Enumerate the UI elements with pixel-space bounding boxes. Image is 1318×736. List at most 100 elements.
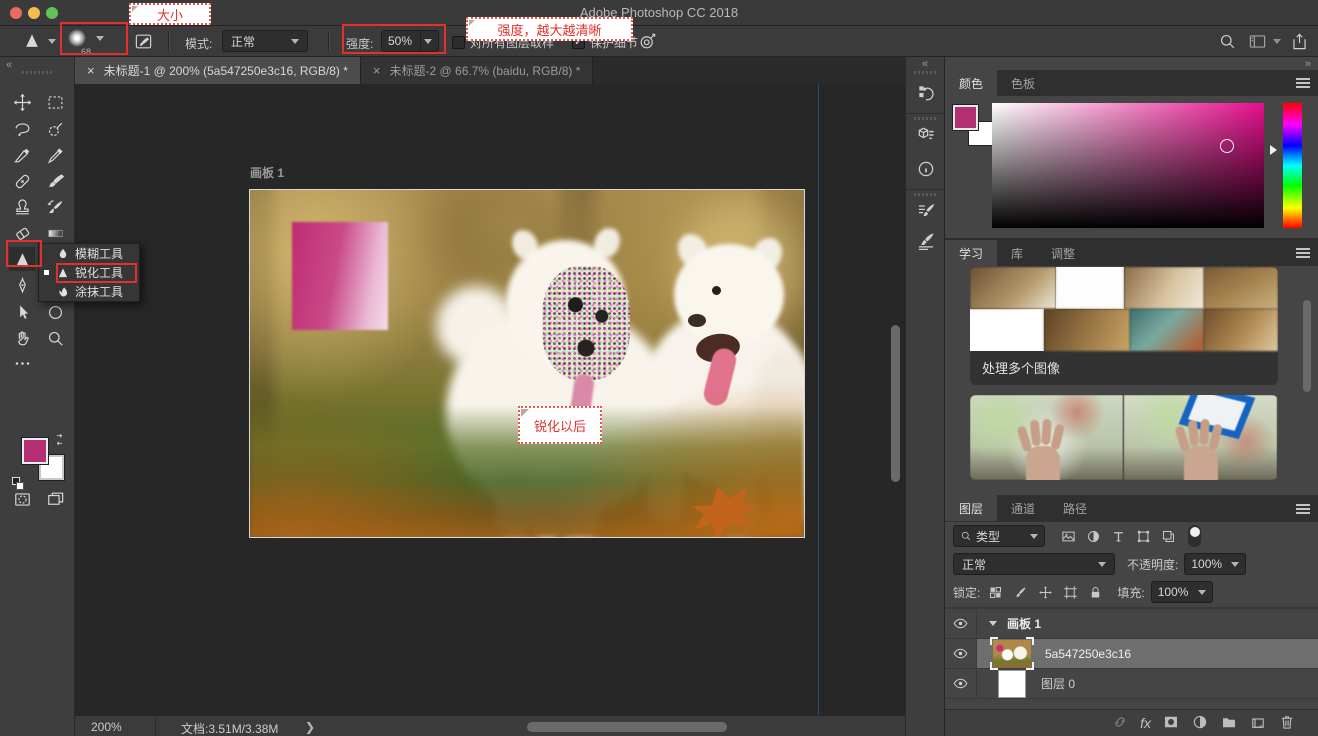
properties-panel-button[interactable] bbox=[914, 123, 938, 147]
canvas-image[interactable] bbox=[250, 190, 804, 537]
share-button[interactable] bbox=[1290, 32, 1309, 51]
quick-selection-tool[interactable] bbox=[42, 117, 68, 141]
panel-menu-icon[interactable] bbox=[1296, 82, 1310, 84]
tab-layers[interactable]: 图层 bbox=[945, 495, 997, 521]
panel-menu-icon[interactable] bbox=[1296, 508, 1310, 510]
link-layers-button[interactable] bbox=[1111, 713, 1129, 734]
lock-artboard-button[interactable] bbox=[1063, 585, 1078, 600]
blend-mode-dropdown[interactable]: 正常 bbox=[953, 553, 1115, 575]
menu-item-sharpen-tool[interactable]: 锐化工具 bbox=[39, 263, 139, 282]
saturation-brightness-field[interactable] bbox=[992, 103, 1264, 228]
eyedropper-tool[interactable] bbox=[42, 143, 68, 167]
brush-tool[interactable] bbox=[42, 169, 68, 193]
zoom-level[interactable]: 200% bbox=[91, 720, 122, 734]
layer-thumbnail[interactable] bbox=[999, 671, 1025, 697]
mode-dropdown[interactable]: 正常 bbox=[222, 30, 308, 52]
hand-tool[interactable] bbox=[9, 326, 35, 350]
tab-adjustments[interactable]: 调整 bbox=[1037, 240, 1089, 266]
vertical-scrollbar[interactable] bbox=[891, 325, 900, 482]
lock-image-pixels-button[interactable] bbox=[1013, 585, 1028, 600]
horizontal-scrollbar[interactable] bbox=[527, 722, 727, 732]
info-panel-button[interactable] bbox=[914, 157, 938, 181]
collapse-tools-icon[interactable]: « bbox=[6, 59, 11, 71]
tab-channels[interactable]: 通道 bbox=[997, 495, 1049, 521]
sharpen-tool[interactable] bbox=[9, 247, 35, 271]
color-picker-cursor[interactable] bbox=[1220, 139, 1234, 153]
hue-slider[interactable] bbox=[1283, 103, 1302, 228]
eraser-tool[interactable] bbox=[9, 221, 35, 245]
new-group-button[interactable] bbox=[1220, 713, 1238, 734]
edit-toolbar-button[interactable] bbox=[9, 351, 35, 375]
filter-pixel-layers-button[interactable] bbox=[1061, 529, 1076, 544]
panel-gripper[interactable] bbox=[914, 71, 938, 74]
foreground-color-swatch[interactable] bbox=[953, 105, 978, 130]
brush-settings-panel-button[interactable] bbox=[914, 199, 938, 223]
tab-color[interactable]: 颜色 bbox=[945, 70, 997, 96]
crop-tool[interactable] bbox=[9, 143, 35, 167]
visibility-toggle[interactable] bbox=[945, 609, 977, 638]
clone-stamp-tool[interactable] bbox=[9, 195, 35, 219]
menu-item-smudge-tool[interactable]: 涂抹工具 bbox=[39, 282, 139, 301]
document-tab-2[interactable]: × 未标题-2 @ 66.7% (baidu, RGB/8) * bbox=[361, 57, 594, 84]
visibility-toggle[interactable] bbox=[945, 639, 977, 668]
screen-mode-button[interactable] bbox=[42, 487, 68, 511]
status-expand-icon[interactable]: ❯ bbox=[305, 720, 315, 734]
close-icon[interactable]: × bbox=[373, 63, 381, 78]
filter-smart-objects-button[interactable] bbox=[1161, 529, 1176, 544]
gradient-tool[interactable] bbox=[42, 221, 68, 245]
layer-row-artboard[interactable]: 画板 1 bbox=[945, 609, 1318, 639]
quick-mask-button[interactable] bbox=[9, 487, 35, 511]
menu-item-blur-tool[interactable]: 模糊工具 bbox=[39, 244, 139, 263]
add-layer-mask-button[interactable] bbox=[1162, 713, 1180, 734]
expand-panels-icon[interactable]: « bbox=[922, 58, 927, 70]
marquee-tool[interactable] bbox=[42, 90, 68, 114]
zoom-tool[interactable] bbox=[42, 326, 68, 350]
learn-card-process-images[interactable]: 处理多个图像 bbox=[970, 267, 1278, 385]
filter-type-dropdown[interactable]: 类型 bbox=[953, 525, 1045, 547]
filter-type-layers-button[interactable] bbox=[1111, 529, 1126, 544]
panel-gripper[interactable] bbox=[22, 71, 52, 74]
ellipse-tool[interactable] bbox=[42, 300, 68, 324]
workspace-switcher[interactable] bbox=[1248, 32, 1281, 51]
lock-all-button[interactable] bbox=[1088, 585, 1103, 600]
layer-row-layer0[interactable]: 图层 0 bbox=[945, 669, 1318, 699]
close-icon[interactable]: × bbox=[87, 63, 95, 78]
move-tool[interactable] bbox=[9, 90, 35, 114]
visibility-toggle[interactable] bbox=[945, 669, 977, 698]
layer-thumbnail[interactable] bbox=[993, 640, 1031, 667]
fill-dropdown[interactable]: 100% bbox=[1151, 581, 1213, 603]
panel-menu-icon[interactable] bbox=[1296, 252, 1310, 254]
learn-scrollbar[interactable] bbox=[1303, 300, 1311, 392]
brush-settings-toggle[interactable] bbox=[134, 32, 153, 51]
history-panel-button[interactable] bbox=[914, 81, 938, 105]
brush-size-picker[interactable]: 68 bbox=[68, 29, 104, 57]
history-brush-tool[interactable] bbox=[42, 195, 68, 219]
panel-gripper[interactable] bbox=[914, 117, 938, 120]
layer-row-image-selected[interactable]: 5a547250e3c16 bbox=[945, 639, 1318, 669]
pen-tool[interactable] bbox=[9, 273, 35, 297]
lock-transparent-pixels-button[interactable] bbox=[988, 585, 1003, 600]
filter-adjustment-layers-button[interactable] bbox=[1086, 529, 1101, 544]
lock-position-button[interactable] bbox=[1038, 585, 1053, 600]
panel-gripper[interactable] bbox=[914, 193, 938, 196]
tab-paths[interactable]: 路径 bbox=[1049, 495, 1101, 521]
healing-brush-tool[interactable] bbox=[9, 169, 35, 193]
filter-toggle-switch[interactable] bbox=[1188, 525, 1201, 547]
collapse-panels-icon[interactable]: » bbox=[1305, 58, 1310, 70]
document-tab-1[interactable]: × 未标题-1 @ 200% (5a547250e3c16, RGB/8) * bbox=[75, 57, 361, 84]
strength-dropdown[interactable]: 50% bbox=[381, 30, 439, 52]
tab-libraries[interactable]: 库 bbox=[997, 240, 1037, 266]
learn-card-hands[interactable] bbox=[970, 395, 1278, 480]
filter-shape-layers-button[interactable] bbox=[1136, 529, 1151, 544]
layer-styles-button[interactable]: fx bbox=[1140, 715, 1151, 731]
opacity-dropdown[interactable]: 100% bbox=[1184, 553, 1246, 575]
tab-swatches[interactable]: 色板 bbox=[997, 70, 1049, 96]
tool-preset-picker[interactable] bbox=[22, 31, 56, 51]
expand-chevron-icon[interactable] bbox=[989, 621, 997, 626]
lasso-tool[interactable] bbox=[9, 117, 35, 141]
canvas-viewport[interactable]: 画板 1 bbox=[75, 84, 905, 715]
new-adjustment-layer-button[interactable] bbox=[1191, 713, 1209, 734]
path-selection-tool[interactable] bbox=[9, 300, 35, 324]
airbrush-toggle[interactable] bbox=[638, 32, 657, 51]
delete-layer-button[interactable] bbox=[1278, 713, 1296, 734]
